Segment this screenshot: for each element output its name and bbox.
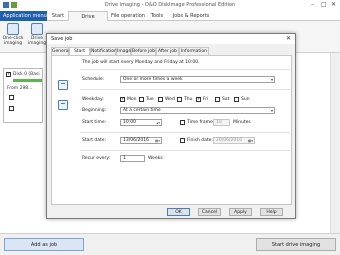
tab-jobs-reports[interactable]: Jobs & Reports (170, 11, 212, 21)
tab-after-job[interactable]: After job (156, 47, 179, 55)
finish-date-label: Finish date: (187, 138, 213, 143)
drive-imaging-label: Drive imaging (27, 36, 47, 46)
one-click-imaging-label: One-click imaging (2, 36, 24, 46)
time-frame-input[interactable]: 10 (213, 119, 230, 126)
tab-before-job[interactable]: Before job (131, 47, 156, 55)
from-label: From 298... (7, 86, 33, 91)
weekday-wed-label: Wed (165, 97, 175, 102)
camera-icon (7, 23, 19, 35)
weekday-sun-label: Sun (241, 97, 250, 102)
partition-checkbox-1[interactable] (9, 95, 14, 100)
weekday-thu-checkbox[interactable] (177, 97, 182, 102)
help-button[interactable]: Help (260, 208, 283, 216)
weekday-thu-label: Thu (184, 97, 193, 102)
beginning-select[interactable]: At a certain time ▾ (120, 107, 275, 114)
app-title-bar: Drive imaging - O&O DiskImage Profession… (0, 0, 340, 11)
ok-button[interactable]: OK (167, 208, 190, 216)
spinner-icon[interactable]: ▴▾ (156, 120, 160, 126)
weekday-tue-checkbox[interactable] (139, 97, 144, 102)
weekday-fri-label: Fri (203, 97, 209, 102)
partition-checkbox-2[interactable] (9, 106, 14, 111)
add-as-job-button[interactable]: Add as job (4, 238, 84, 251)
beginning-label: Beginning: (82, 108, 107, 113)
maximize-icon[interactable]: □ (321, 1, 327, 8)
tab-general[interactable]: General (51, 47, 70, 55)
chevron-down-icon: ▾ (270, 77, 273, 82)
divider (80, 89, 290, 90)
recur-every-label: Recur every: (82, 156, 111, 161)
weekday-fri-checkbox[interactable] (196, 96, 201, 102)
dialog-close-icon[interactable]: ✕ (286, 35, 291, 42)
time-frame-value: 10 (216, 120, 222, 125)
recur-every-unit: Weeks (148, 156, 163, 161)
time-frame-checkbox[interactable] (180, 120, 185, 125)
time-frame-label: Time frame: (187, 120, 215, 125)
tab-tools[interactable]: Tools (148, 11, 166, 21)
weekday-mon-label: Mon (127, 97, 137, 102)
schedule-label: Schedule: (82, 77, 105, 82)
beginning-select-value: At a certain time (123, 108, 161, 113)
weekday-sun-checkbox[interactable] (234, 97, 239, 102)
schedule-select-value: One or more times a week (123, 77, 183, 82)
cancel-button[interactable]: Cancel (198, 208, 221, 216)
schedule-summary: The job will start every Monday and Frid… (82, 60, 200, 65)
calendar-dropdown-icon[interactable]: ▦▾ (248, 138, 253, 144)
finish-date-picker[interactable]: 20/06/2016 ▦▾ (213, 137, 255, 144)
dialog-title-bar: Save job ✕ (47, 34, 295, 44)
weekday-sat-checkbox[interactable] (215, 97, 220, 102)
bottom-bar: Add as job Start drive imaging (0, 233, 340, 255)
divider (80, 132, 290, 133)
weekday-sat-label: Sat (222, 97, 230, 102)
calendar-dropdown-icon[interactable]: ▦▾ (155, 138, 160, 144)
weekday-wed-checkbox[interactable] (158, 97, 163, 102)
dialog-title: Save job (51, 36, 73, 42)
start-date-label: Start date: (82, 138, 107, 143)
disk-checkbox[interactable] (6, 71, 11, 77)
tab-drive-operation[interactable]: Drive operation (68, 11, 108, 30)
drive-icon (31, 23, 43, 35)
time-frame-unit: Minutes (233, 120, 251, 125)
schedule-calendar-icon (58, 80, 68, 90)
start-date-picker[interactable]: 13/06/2016 ▦▾ (120, 137, 162, 144)
weekday-mon-checkbox[interactable] (120, 96, 125, 102)
recur-every-input[interactable]: 1 (120, 155, 145, 162)
minimize-icon[interactable]: – (311, 1, 314, 8)
apply-button[interactable]: Apply (229, 208, 252, 216)
weekday-tue-label: Tue (146, 97, 154, 102)
start-time-label: Start time: (82, 120, 107, 125)
chevron-down-icon: ▾ (270, 108, 273, 113)
tab-image[interactable]: Image (116, 47, 131, 55)
tab-notification[interactable]: Notification (90, 47, 117, 55)
finish-date-checkbox[interactable] (180, 138, 185, 143)
weekday-label: Weekday: (82, 97, 104, 102)
schedule-select[interactable]: One or more times a week ▾ (120, 76, 275, 83)
app-title: Drive imaging - O&O DiskImage Profession… (104, 2, 236, 8)
divider (80, 150, 290, 151)
save-job-dialog: Save job ✕ General Start time Notificati… (46, 33, 296, 219)
close-icon[interactable]: ✕ (331, 1, 336, 8)
recurrence-calendar-icon (58, 100, 68, 110)
one-click-imaging-button[interactable]: One-click imaging (1, 23, 25, 46)
tab-file-operation[interactable]: File operation (110, 11, 146, 21)
recur-every-value: 1 (123, 156, 126, 161)
start-drive-imaging-button[interactable]: Start drive imaging (256, 238, 336, 251)
tab-start[interactable]: Start (49, 11, 67, 21)
start-time-input[interactable]: 10:00 ▴▾ (120, 119, 162, 126)
start-time-panel: The job will start every Monday and Frid… (51, 55, 292, 205)
tab-information[interactable]: Information (179, 47, 209, 55)
vertical-scrollbar[interactable] (330, 53, 340, 233)
divider (80, 69, 290, 70)
finish-date-value: 20/06/2016 (216, 138, 242, 143)
application-menu-button[interactable]: Application menu (0, 11, 47, 21)
ribbon-tab-bar: Application menu Start Drive operation F… (0, 11, 340, 30)
disk-usage-bar (13, 79, 42, 82)
start-date-value: 13/06/2016 (123, 138, 149, 143)
disk-label: Disk 0 (Basi (13, 72, 40, 77)
drive-list: Disk 0 (Basi From 298... (3, 68, 43, 123)
start-time-value: 10:00 (123, 120, 136, 125)
